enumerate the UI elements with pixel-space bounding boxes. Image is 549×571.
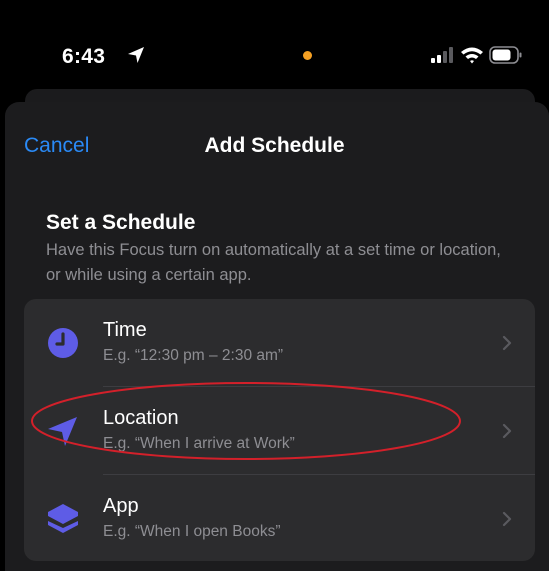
schedule-options-list: Time E.g. “12:30 pm – 2:30 am” Location … bbox=[24, 299, 535, 561]
status-time: 6:43 bbox=[62, 45, 106, 68]
schedule-option-location[interactable]: Location E.g. “When I arrive at Work” bbox=[24, 387, 535, 475]
battery-icon bbox=[489, 46, 522, 64]
option-subtitle: E.g. “When I open Books” bbox=[103, 523, 281, 540]
chevron-right-icon bbox=[502, 335, 512, 351]
privacy-indicator-dot bbox=[303, 51, 312, 60]
cellular-signal-icon bbox=[431, 47, 453, 63]
location-arrow-icon bbox=[48, 417, 77, 446]
option-title: Time bbox=[103, 319, 147, 341]
option-subtitle: E.g. “12:30 pm – 2:30 am” bbox=[103, 347, 284, 364]
section-description: Have this Focus turn on automatically at… bbox=[46, 241, 501, 284]
option-subtitle: E.g. “When I arrive at Work” bbox=[103, 435, 295, 452]
option-title: Location bbox=[103, 407, 179, 429]
location-arrow-icon bbox=[128, 47, 144, 63]
schedule-option-app[interactable]: App E.g. “When I open Books” bbox=[24, 475, 535, 561]
schedule-option-time[interactable]: Time E.g. “12:30 pm – 2:30 am” bbox=[24, 299, 535, 387]
option-title: App bbox=[103, 495, 139, 517]
wifi-icon bbox=[461, 47, 483, 64]
chevron-right-icon bbox=[502, 423, 512, 439]
page-title: Add Schedule bbox=[204, 134, 345, 157]
section-title: Set a Schedule bbox=[46, 211, 196, 234]
chevron-right-icon bbox=[502, 511, 512, 527]
clock-icon bbox=[48, 328, 78, 358]
add-schedule-screen: 6:43 Cancel Add Schedule Set a Schedule … bbox=[0, 0, 549, 571]
app-stack-icon bbox=[48, 504, 78, 533]
status-bar: 6:43 bbox=[0, 0, 549, 90]
